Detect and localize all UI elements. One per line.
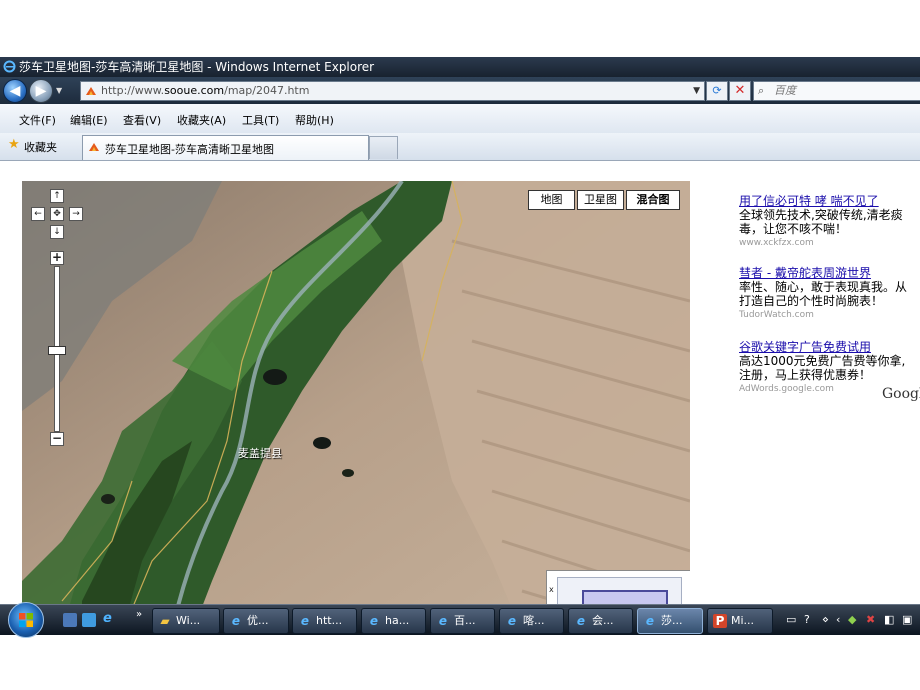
tab-active[interactable]: 莎车卫星地图-莎车高清晰卫星地图 xyxy=(82,135,369,160)
navigation-bar: ◀ ▶ ▼ http://www.sooue.com/map/2047.htm … xyxy=(0,77,920,104)
powerpoint-icon: P xyxy=(713,614,727,628)
ad-body: 注册，马上获得优惠券！ xyxy=(739,368,872,382)
taskbar-button[interactable]: e htt... xyxy=(292,608,357,634)
taskbar-button[interactable]: e 会... xyxy=(568,608,633,634)
forward-button[interactable]: ▶ xyxy=(29,79,53,103)
taskbar-button[interactable]: e 优... xyxy=(223,608,289,634)
display-icon[interactable]: ▣ xyxy=(902,613,912,626)
browser-window: 莎车卫星地图-莎车高清晰卫星地图 - Windows Internet Expl… xyxy=(0,57,920,633)
map-type-hybrid-button[interactable]: 混合图 xyxy=(626,190,680,210)
pan-left-button[interactable]: ← xyxy=(31,207,45,221)
stop-button[interactable]: ✕ xyxy=(729,81,751,101)
search-box[interactable]: ⌕ 百度 xyxy=(753,81,920,101)
windows-logo-icon xyxy=(19,613,33,627)
search-icon: ⌕ xyxy=(758,84,765,97)
help-icon[interactable]: ? xyxy=(804,613,810,626)
favorites-star-icon[interactable]: ★ xyxy=(8,137,20,152)
ie-icon: e xyxy=(300,614,310,628)
system-tray: ▭ ? ⋄ ‹ ◆ ✖ ◧ ▣ xyxy=(780,608,920,632)
pan-right-button[interactable]: → xyxy=(69,207,83,221)
ad-url[interactable]: www.xckfzx.com xyxy=(739,236,903,250)
menu-help[interactable]: 帮助(H) xyxy=(295,112,334,128)
page-content: 地图 卫星图 混合图 ↑ ← ✥ → ↓ + − 麦盖提县 x 用了信必可特 哮… xyxy=(0,161,920,633)
start-button[interactable] xyxy=(8,602,44,638)
menu-tools[interactable]: 工具(T) xyxy=(242,112,279,128)
ad-title-link[interactable]: 用了信必可特 哮 喘不见了 xyxy=(739,194,903,208)
site-favicon-icon xyxy=(89,143,99,151)
ad-body: 毒，让您不咳不喘！ xyxy=(739,222,848,236)
zoom-out-button[interactable]: − xyxy=(50,432,64,446)
tab-title: 莎车卫星地图-莎车高清晰卫星地图 xyxy=(105,143,274,156)
ie-icon: e xyxy=(438,614,448,628)
network-icon[interactable]: ◆ xyxy=(848,613,856,626)
input-method-icon[interactable]: ⋄ xyxy=(822,613,829,626)
map-type-map-button[interactable]: 地图 xyxy=(528,190,575,210)
menu-edit[interactable]: 编辑(E) xyxy=(70,112,108,128)
ie-icon: e xyxy=(576,614,586,628)
ad-body: 全球领先技术,突破传统,清老痰 xyxy=(739,208,903,222)
overview-close-icon[interactable]: x xyxy=(549,585,554,594)
taskbar-button[interactable]: P Mi... xyxy=(707,608,773,634)
ad-item: 用了信必可特 哮 喘不见了 全球领先技术,突破传统,清老痰 毒，让您不咳不喘！ … xyxy=(739,194,903,250)
zoom-slider-thumb[interactable] xyxy=(48,346,66,355)
ad-body: 打造自己的个性时尚腕表！ xyxy=(739,294,884,308)
ie-icon[interactable]: e xyxy=(103,611,112,626)
taskbar-button[interactable]: e 喀... xyxy=(499,608,564,634)
menu-bar: 文件(F) 编辑(E) 查看(V) 收藏夹(A) 工具(T) 帮助(H) xyxy=(0,104,920,134)
taskbar-button[interactable]: e ha... xyxy=(361,608,426,634)
taskbar-button-active[interactable]: e 莎... xyxy=(637,608,703,634)
search-placeholder: 百度 xyxy=(774,84,796,97)
ie-icon: e xyxy=(369,614,379,628)
history-dropdown-icon[interactable]: ▼ xyxy=(56,86,62,95)
zoom-in-button[interactable]: + xyxy=(50,251,64,265)
taskbar: e » ▰ Wi... e 优... e htt... e ha... e 百.… xyxy=(0,602,920,638)
show-desktop-icon[interactable] xyxy=(63,613,77,627)
forward-arrow-icon: ▶ xyxy=(35,83,47,99)
title-bar: 莎车卫星地图-莎车高清晰卫星地图 - Windows Internet Expl… xyxy=(0,57,920,77)
ad-url[interactable]: AdWords.google.com xyxy=(739,382,905,396)
folder-icon: ▰ xyxy=(160,614,170,628)
ad-title-link[interactable]: 谷歌关键字广告免费试用 xyxy=(739,340,905,354)
ad-item: 谷歌关键字广告免费试用 高达1000元免费广告费等你拿, 注册，马上获得优惠券！… xyxy=(739,340,905,396)
volume-icon[interactable]: ◧ xyxy=(884,613,894,626)
quicklaunch-more-icon[interactable]: » xyxy=(136,609,142,620)
ad-title-link[interactable]: 彗者 - 戴帝舵表周游世界 xyxy=(739,266,907,280)
menu-favorites[interactable]: 收藏夹(A) xyxy=(177,112,226,128)
ad-item: 彗者 - 戴帝舵表周游世界 率性、随心，敢于表现真我。从 打造自己的个性时尚腕表… xyxy=(739,266,907,322)
pan-up-button[interactable]: ↑ xyxy=(50,189,64,203)
ie-icon: e xyxy=(507,614,517,628)
ad-body: 高达1000元免费广告费等你拿, xyxy=(739,354,906,368)
back-button[interactable]: ◀ xyxy=(3,79,27,103)
address-text: http://www.sooue.com/map/2047.htm xyxy=(101,84,310,97)
ads-by-google-label[interactable]: Googl xyxy=(882,386,920,402)
security-alert-icon[interactable]: ✖ xyxy=(866,613,875,626)
window-title: 莎车卫星地图-莎车高清晰卫星地图 - Windows Internet Expl… xyxy=(19,60,375,74)
ie-icon xyxy=(3,60,16,73)
address-bar[interactable]: http://www.sooue.com/map/2047.htm ▼ xyxy=(80,81,705,101)
keyboard-icon[interactable]: ▭ xyxy=(786,613,796,626)
switch-windows-icon[interactable] xyxy=(82,613,96,627)
refresh-button[interactable]: ⟳ xyxy=(706,81,728,101)
ie-icon: e xyxy=(645,614,655,628)
satellite-map[interactable]: 地图 卫星图 混合图 ↑ ← ✥ → ↓ + − 麦盖提县 x xyxy=(22,181,690,633)
map-place-label: 麦盖提县 xyxy=(238,447,282,460)
favorites-button[interactable]: 收藏夹 xyxy=(24,139,57,155)
taskbar-button[interactable]: e 百... xyxy=(430,608,495,634)
favorites-bar: ★ 收藏夹 莎车卫星地图-莎车高清晰卫星地图 xyxy=(0,133,920,161)
taskbar-button[interactable]: ▰ Wi... xyxy=(152,608,220,634)
tray-expand-icon[interactable]: ‹ xyxy=(836,613,840,626)
ad-body: 率性、随心，敢于表现真我。从 xyxy=(739,280,908,294)
site-favicon-icon xyxy=(86,87,96,95)
address-dropdown-icon[interactable]: ▼ xyxy=(693,82,700,100)
map-imagery xyxy=(22,181,690,633)
map-type-satellite-button[interactable]: 卫星图 xyxy=(577,190,624,210)
back-arrow-icon: ◀ xyxy=(9,83,21,99)
menu-file[interactable]: 文件(F) xyxy=(19,112,56,128)
ad-url[interactable]: TudorWatch.com xyxy=(739,308,907,322)
new-tab-button[interactable] xyxy=(369,136,398,159)
pan-down-button[interactable]: ↓ xyxy=(50,225,64,239)
pan-center-button[interactable]: ✥ xyxy=(50,207,64,221)
ie-icon: e xyxy=(231,614,241,628)
menu-view[interactable]: 查看(V) xyxy=(123,112,161,128)
